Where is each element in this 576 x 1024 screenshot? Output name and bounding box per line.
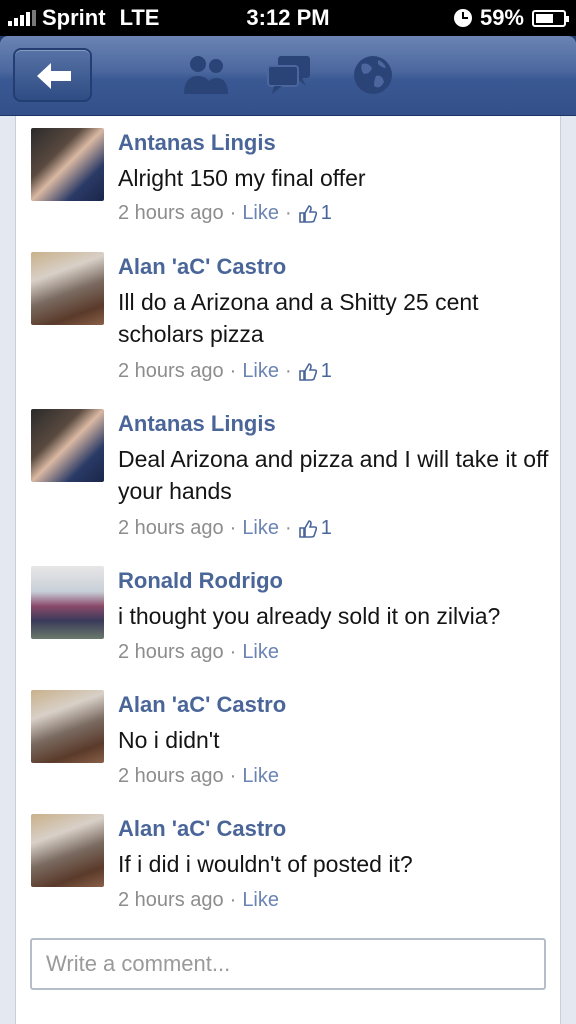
comments-area: Antanas Lingis Alright 150 my final offe…: [0, 116, 576, 1024]
messages-icon[interactable]: [266, 54, 312, 96]
status-time: 3:12 PM: [246, 5, 330, 30]
comment-author[interactable]: Antanas Lingis: [118, 411, 276, 437]
comment-text: i thought you already sold it on zilvia?: [118, 603, 501, 629]
comment-item: Alan 'aC' Castro No i didn't 2 hours ago…: [31, 690, 551, 800]
comment-item: Alan 'aC' Castro If i did i wouldn't of …: [31, 814, 551, 924]
comment-item: Ronald Rodrigo i thought you already sol…: [31, 566, 551, 676]
like-link[interactable]: Like: [242, 202, 279, 225]
comment-author[interactable]: Antanas Lingis: [118, 130, 276, 156]
comment-time: 2 hours ago: [118, 202, 224, 224]
back-button[interactable]: [13, 48, 92, 102]
like-count[interactable]: 1: [298, 517, 332, 540]
comment-meta: 2 hours ago · Like · 1: [118, 517, 332, 540]
comment-text: Deal Arizona and pizza and I will take i…: [118, 446, 549, 504]
comment-author[interactable]: Alan 'aC' Castro: [118, 816, 286, 842]
like-link[interactable]: Like: [242, 641, 279, 664]
comment-time: 2 hours ago: [118, 517, 224, 539]
comment-item: Antanas Lingis Alright 150 my final offe…: [31, 128, 551, 238]
friends-icon[interactable]: [182, 54, 230, 96]
nav-bar: [0, 36, 576, 116]
battery-icon: [532, 9, 569, 27]
comment-text: Ill do a Arizona and a Shitty 25 cent sc…: [118, 289, 479, 347]
comments-panel: Antanas Lingis Alright 150 my final offe…: [15, 116, 561, 1024]
comment-time: 2 hours ago: [118, 889, 224, 911]
comment-meta: 2 hours ago · Like: [118, 641, 280, 664]
avatar[interactable]: [31, 409, 104, 482]
comment-author[interactable]: Alan 'aC' Castro: [118, 692, 286, 718]
comment-author[interactable]: Alan 'aC' Castro: [118, 254, 286, 280]
comment-time: 2 hours ago: [118, 641, 224, 663]
comment-meta: 2 hours ago · Like: [118, 889, 280, 912]
comment-item: Antanas Lingis Deal Arizona and pizza an…: [31, 409, 551, 549]
globe-icon[interactable]: [352, 54, 394, 96]
status-bar: Sprint LTE 3:12 PM 59%: [0, 0, 576, 36]
comment-meta: 2 hours ago · Like: [118, 765, 280, 788]
avatar[interactable]: [31, 566, 104, 639]
alarm-clock-icon: [453, 9, 472, 27]
comment-author[interactable]: Ronald Rodrigo: [118, 568, 283, 594]
like-link[interactable]: Like: [242, 360, 279, 383]
thumbs-up-icon: [298, 204, 317, 223]
comment-meta: 2 hours ago · Like · 1: [118, 360, 332, 383]
battery-percent: 59%: [479, 5, 524, 30]
comment-text: No i didn't: [118, 727, 220, 753]
comment-text: Alright 150 my final offer: [118, 165, 366, 191]
avatar[interactable]: [31, 128, 104, 201]
like-link[interactable]: Like: [242, 517, 279, 540]
like-link[interactable]: Like: [242, 889, 279, 912]
comment-meta: 2 hours ago · Like · 1: [118, 202, 332, 225]
comment-box[interactable]: [30, 938, 546, 990]
avatar[interactable]: [31, 690, 104, 763]
thumbs-up-icon: [298, 362, 317, 381]
comment-time: 2 hours ago: [118, 765, 224, 787]
comment-text: If i did i wouldn't of posted it?: [118, 851, 413, 877]
comment-item: Alan 'aC' Castro Ill do a Arizona and a …: [31, 252, 551, 392]
like-link[interactable]: Like: [242, 765, 279, 788]
thumbs-up-icon: [298, 519, 317, 538]
avatar[interactable]: [31, 252, 104, 325]
like-count[interactable]: 1: [298, 202, 332, 225]
like-count[interactable]: 1: [298, 360, 332, 383]
comment-time: 2 hours ago: [118, 360, 224, 382]
back-arrow-icon: [37, 63, 71, 89]
comment-input[interactable]: [32, 940, 544, 988]
avatar[interactable]: [31, 814, 104, 887]
